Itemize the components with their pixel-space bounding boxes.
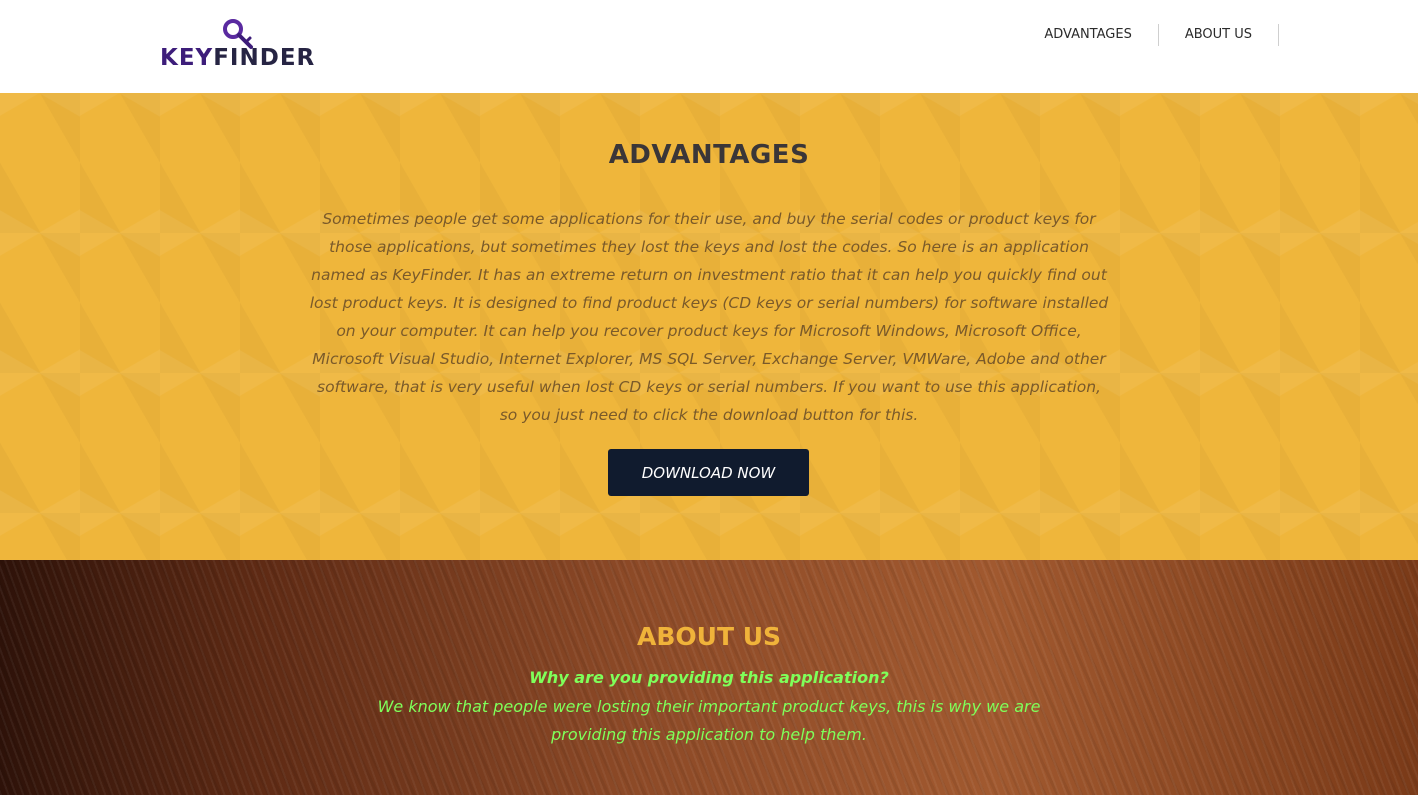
advantages-section: ADVANTAGES Sometimes people get some app… bbox=[0, 93, 1418, 560]
nav-about-us[interactable]: ABOUT US bbox=[1159, 24, 1278, 46]
nav-advantages[interactable]: ADVANTAGES bbox=[1018, 24, 1158, 46]
advantages-title: ADVANTAGES bbox=[608, 140, 810, 170]
nav-divider bbox=[1278, 24, 1279, 46]
about-us-answer: We know that people were losting their i… bbox=[377, 697, 1041, 744]
main-nav: ADVANTAGES ABOUT US bbox=[1018, 24, 1279, 46]
logo-text-finder: FINDER bbox=[213, 45, 316, 71]
about-us-section: ABOUT US Why are you providing this appl… bbox=[0, 560, 1418, 795]
about-us-question: Why are you providing this application? bbox=[529, 668, 889, 687]
logo-text-key: KEY bbox=[160, 45, 214, 71]
keyfinder-logo[interactable]: KEYFINDER bbox=[160, 18, 330, 72]
site-header: KEYFINDER ADVANTAGES ABOUT US bbox=[0, 0, 1418, 93]
about-us-title: ABOUT US bbox=[636, 622, 782, 651]
logo-text: KEYFINDER bbox=[160, 45, 315, 71]
download-now-button[interactable]: DOWNLOAD NOW bbox=[608, 449, 809, 496]
advantages-description: Sometimes people get some applications f… bbox=[309, 210, 1109, 424]
